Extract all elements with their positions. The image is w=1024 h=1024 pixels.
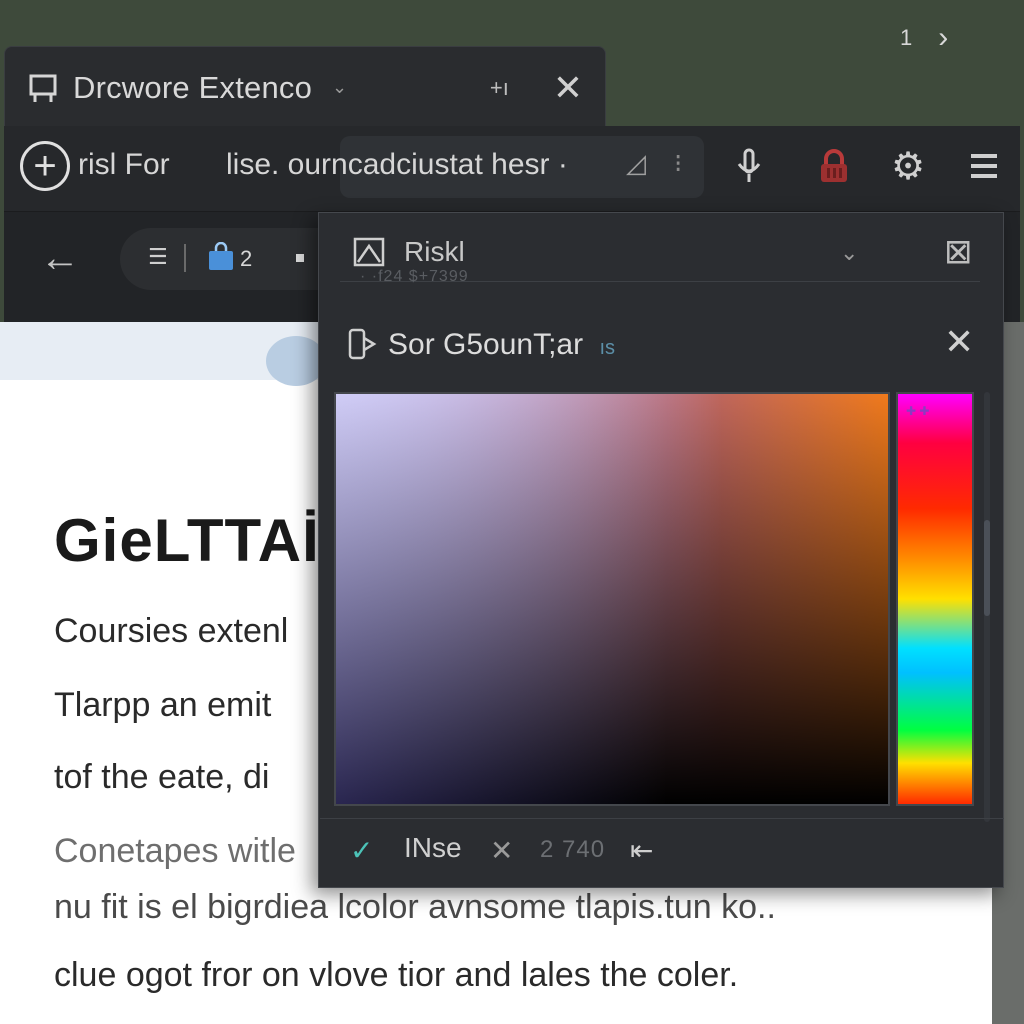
close-icon[interactable]: ⊠	[944, 232, 973, 272]
shopping-bag-icon[interactable]	[206, 241, 236, 272]
scrollbar-thumb[interactable]	[984, 520, 990, 616]
list-icon[interactable]: ☰	[148, 244, 168, 270]
chevron-down-icon[interactable]: ⌄	[332, 77, 347, 98]
saturation-value-area[interactable]	[334, 392, 890, 806]
separator	[184, 244, 186, 272]
paragraph-line: nu fit is el bigrdiea lcolor avnsome tla…	[54, 888, 776, 926]
pager: 1 ›	[900, 18, 1010, 58]
address-field-text[interactable]: lise. ourncadciustat hesr ·	[226, 148, 568, 182]
picker-header-sub: · ·f24 $+7399	[360, 268, 469, 285]
picker-title-mark: ıs	[599, 337, 616, 359]
chevron-right-icon[interactable]: ›	[938, 23, 948, 53]
picker-title: Sor G5ounT;ar ıs	[388, 328, 615, 362]
eyedropper-icon[interactable]	[344, 326, 380, 362]
tab-extra-indicator: +ı	[489, 74, 509, 100]
pin-icon[interactable]: ⇤	[630, 834, 653, 867]
window-icon	[29, 74, 57, 102]
add-circle-icon[interactable]: +	[20, 141, 70, 191]
hue-marker-icon[interactable]: ✚ ✚	[906, 404, 929, 418]
footer-label[interactable]: INse	[404, 832, 462, 864]
page-heading: GieLTTAİE	[54, 507, 361, 574]
address-left-text: risl For	[78, 148, 170, 181]
check-icon[interactable]: ✓	[350, 834, 373, 867]
footer-value: 2 740	[540, 836, 606, 863]
back-arrow-icon[interactable]: ←	[40, 236, 80, 281]
paragraph-line: Coursies extenl	[54, 612, 289, 650]
close-icon[interactable]: ✕	[944, 324, 974, 360]
decorative-image	[266, 336, 326, 386]
picker-header-title: Riskl	[404, 236, 465, 267]
paragraph-line: clue ogot fror on vlove tior and lales t…	[54, 956, 739, 994]
page-number: 1	[900, 25, 913, 50]
browser-tab[interactable]: Drcwore Extenco ⌄ +ı ✕	[4, 46, 606, 128]
shuffle-icon[interactable]: ✕	[490, 834, 513, 867]
more-icon[interactable]: ⁝	[674, 148, 682, 179]
triangle-icon[interactable]: ◿	[626, 148, 646, 179]
paragraph-line: tof the eate, di	[54, 758, 270, 796]
paragraph-line: Conetapes witle	[54, 832, 296, 870]
tab-count: 2	[240, 246, 253, 271]
image-icon[interactable]	[352, 236, 386, 270]
picker-title-text: Sor G5ounT;ar	[388, 328, 584, 361]
lock-icon[interactable]	[812, 144, 856, 188]
chevron-down-icon[interactable]: ⌄	[840, 240, 858, 266]
mic-icon[interactable]	[727, 144, 771, 188]
paragraph-line: Tlarpp an emit	[54, 686, 272, 724]
hue-slider[interactable]	[896, 392, 974, 806]
close-icon[interactable]: ✕	[553, 69, 583, 106]
dot-indicator	[296, 254, 304, 262]
menu-icon[interactable]	[962, 144, 1006, 188]
tab-title: Drcwore Extenco	[73, 69, 313, 105]
gear-icon[interactable]: ⚙	[886, 144, 930, 188]
